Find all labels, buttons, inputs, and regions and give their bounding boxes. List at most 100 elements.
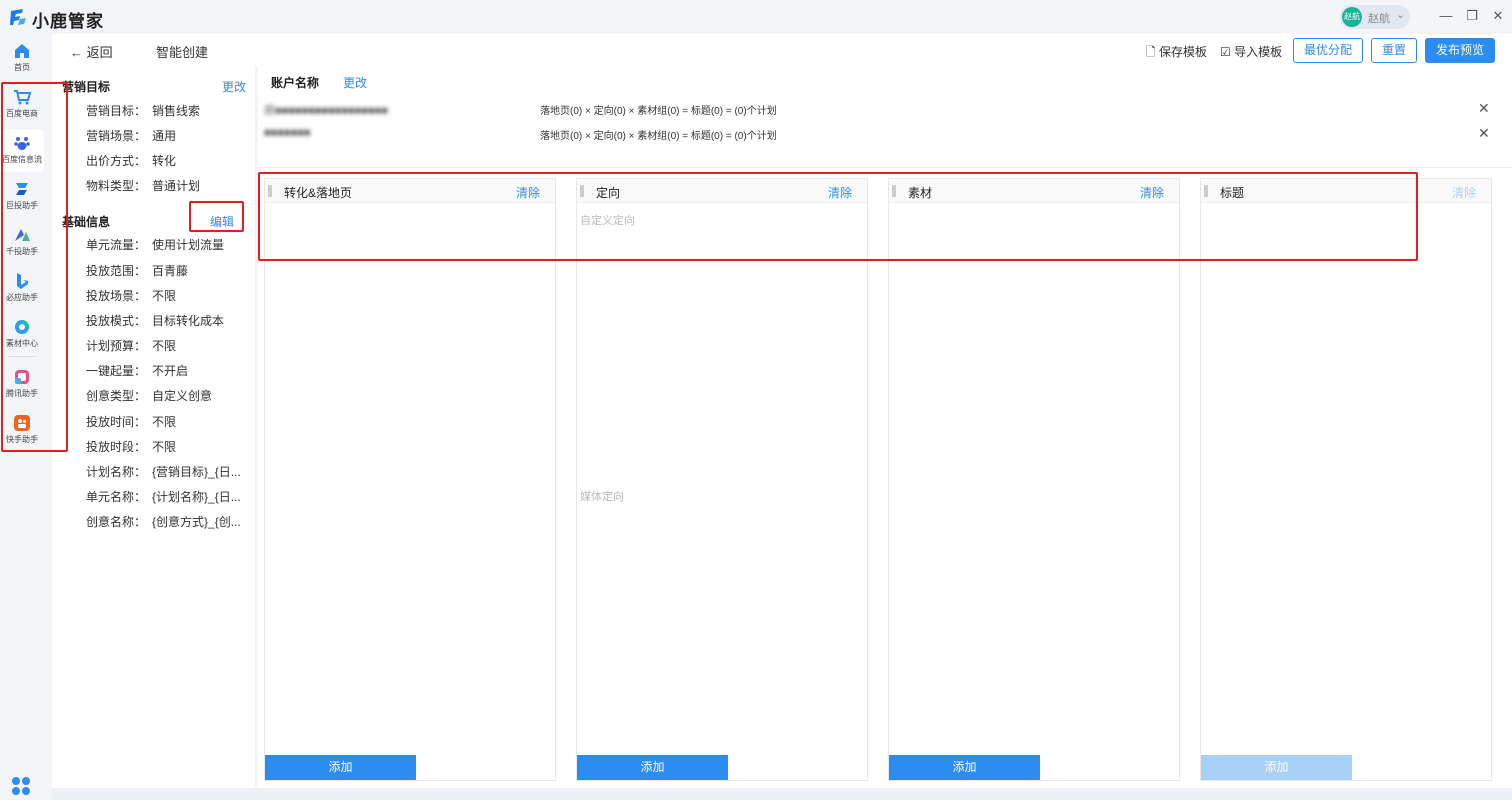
marketing-change-link[interactable]: 更改 bbox=[222, 78, 246, 95]
close-icon[interactable]: ✕ bbox=[1478, 100, 1490, 117]
basic-row: 投放时段： 不限 bbox=[86, 440, 177, 454]
minimize-icon[interactable]: — bbox=[1436, 6, 1456, 26]
user-name: 赵航 bbox=[1368, 13, 1390, 25]
settings-panel: 营销目标 更改 营销目标： 销售线索 营销场景： 通用 出价方式： 转化 物料类型：普… bbox=[52, 66, 255, 788]
clear-button[interactable]: 清除 bbox=[828, 184, 852, 201]
clear-button[interactable]: 清除 bbox=[1452, 184, 1476, 201]
column-material: 素材 清除 添加 bbox=[888, 178, 1180, 781]
optimal-allocation-button[interactable]: 最优分配 bbox=[1293, 38, 1363, 63]
account-name: ■■■■■■■ bbox=[264, 127, 311, 139]
nav-item-home[interactable]: 首页 bbox=[0, 38, 44, 80]
publish-preview-button[interactable]: 发布预览 bbox=[1425, 38, 1495, 63]
account-label: 账户名称 bbox=[271, 76, 320, 90]
import-template-button[interactable]: ☑ 导入模板 bbox=[1220, 43, 1282, 60]
column-header: 标题 清除 bbox=[1201, 179, 1491, 203]
media-targeting-placeholder: 媒体定向 bbox=[580, 491, 624, 503]
marketing-row: 物料类型： 普通计划 bbox=[86, 179, 201, 193]
page-header: ← 返回 智能创建 🗋 保存模板 ☑ 导入模板 最优分配 重置 发布预览 bbox=[52, 34, 1512, 66]
nav-item-ocean[interactable]: 巨投助手 bbox=[0, 176, 44, 218]
home-icon bbox=[15, 44, 29, 58]
account-change-link[interactable]: 更改 bbox=[343, 74, 367, 91]
add-button[interactable]: 添加 bbox=[577, 755, 728, 780]
page-title: 智能创建 bbox=[156, 45, 209, 60]
add-button[interactable]: 添加 bbox=[1201, 755, 1352, 780]
nav-item-kuaishou[interactable]: 快手助手 bbox=[0, 410, 44, 452]
close-window-icon[interactable]: ✕ bbox=[1488, 6, 1508, 26]
tencent-icon bbox=[15, 370, 29, 384]
back-button[interactable]: ← 返回 bbox=[70, 42, 113, 61]
material-icon bbox=[15, 320, 29, 334]
chevron-down-icon: ⌄ bbox=[1396, 9, 1406, 21]
column-targeting: 定向 清除 自定义定向 媒体定向 添加 bbox=[576, 178, 868, 781]
nav-item-baidu-feed[interactable]: 百度信息流 bbox=[0, 130, 44, 172]
bing-icon bbox=[17, 273, 28, 289]
basic-row: 投放时间： 不限 bbox=[86, 415, 177, 429]
main-content: 账户名称 更改 原■■■■■■■■■■■■■■■■■ 落地页(0) × 定向(0… bbox=[258, 66, 1512, 788]
basic-row: 投放场景： 不限 bbox=[86, 289, 177, 303]
column-header: 定向 清除 bbox=[577, 179, 867, 203]
column-title: 转化&落地页 bbox=[284, 186, 353, 200]
nav-item-material-center[interactable]: 素材中心 bbox=[0, 314, 44, 356]
clear-button[interactable]: 清除 bbox=[1140, 184, 1164, 201]
column-title: 素材 bbox=[908, 186, 933, 200]
reset-button[interactable]: 重置 bbox=[1371, 38, 1417, 63]
marketing-row: 营销目标： 销售线索 bbox=[86, 104, 201, 118]
marketing-row: 出价方式： 转化 bbox=[86, 154, 177, 168]
kuaishou-icon bbox=[14, 415, 30, 431]
clear-button[interactable]: 清除 bbox=[516, 184, 540, 201]
plan-formula: 落地页(0) × 定向(0) × 素材组(0) = 标题(0) = (0)个计划 bbox=[540, 131, 777, 142]
plan-formula: 落地页(0) × 定向(0) × 素材组(0) = 标题(0) = (0)个计划 bbox=[540, 106, 777, 117]
marketing-section-title: 营销目标 bbox=[62, 80, 111, 94]
divider bbox=[258, 167, 1512, 168]
save-template-button[interactable]: 🗋 保存模板 bbox=[1146, 43, 1207, 64]
basic-row: 计划名称： {营销目标}_{日... bbox=[86, 465, 241, 479]
drag-handle-icon[interactable] bbox=[892, 185, 896, 197]
column-header: 转化&落地页 清除 bbox=[265, 179, 555, 203]
nav-item-qiantou[interactable]: 千投助手 bbox=[0, 222, 44, 264]
custom-targeting-placeholder: 自定义定向 bbox=[580, 215, 635, 227]
basic-row: 创意类型： 自定义创意 bbox=[86, 389, 213, 403]
drag-handle-icon[interactable] bbox=[1204, 185, 1208, 197]
ocean-icon bbox=[16, 183, 28, 195]
marketing-row: 营销场景： 通用 bbox=[86, 129, 177, 143]
column-title: 定向 bbox=[596, 186, 621, 200]
app-title: 小鹿管家 bbox=[32, 12, 104, 31]
triangle-icon bbox=[15, 229, 30, 241]
save-icon: 🗋 bbox=[1146, 45, 1156, 59]
account-row: ■■■■■■■ 落地页(0) × 定向(0) × 素材组(0) = 标题(0) … bbox=[264, 125, 1508, 145]
account-name: 原■■■■■■■■■■■■■■■■■ bbox=[264, 105, 388, 117]
nav-item-tencent[interactable]: 腾讯助手 bbox=[0, 364, 44, 406]
nav-item-baidu-ecommerce[interactable]: 百度电商 bbox=[0, 84, 44, 126]
basic-row: 一键起量： 不开启 bbox=[86, 364, 189, 378]
column-title-text: 标题 清除 添加 bbox=[1200, 178, 1492, 781]
restore-icon[interactable]: ❐ bbox=[1462, 6, 1482, 26]
user-menu[interactable]: 赵航 赵航 ⌄ bbox=[1340, 5, 1410, 29]
basic-row: 单元名称： {计划名称}_{日... bbox=[86, 490, 241, 504]
basic-row: 投放范围： 百青藤 bbox=[86, 264, 189, 278]
basic-row: 单元流量： 使用计划流量 bbox=[86, 238, 225, 252]
basic-edit-link[interactable]: 编辑 bbox=[210, 213, 234, 230]
column-header: 素材 清除 bbox=[889, 179, 1179, 203]
drag-handle-icon[interactable] bbox=[580, 185, 584, 197]
avatar: 赵航 bbox=[1342, 7, 1362, 27]
add-button[interactable]: 添加 bbox=[265, 755, 416, 780]
title-bar: 小鹿管家 赵航 赵航 ⌄ — ❐ ✕ bbox=[0, 0, 1512, 34]
basic-row: 计划预算： 不限 bbox=[86, 339, 177, 353]
edit-square-icon: ☑ bbox=[1220, 45, 1231, 59]
column-title: 标题 bbox=[1220, 186, 1245, 200]
close-icon[interactable]: ✕ bbox=[1478, 125, 1490, 142]
left-nav: 首页 百度电商 百度信息流 巨投助手 千投助手 必应助手 素材中心 腾讯助手 快… bbox=[0, 34, 48, 800]
basic-section-title: 基础信息 bbox=[62, 215, 111, 229]
drag-handle-icon[interactable] bbox=[268, 185, 272, 197]
paw-icon bbox=[14, 137, 30, 150]
column-conversion-landing: 转化&落地页 清除 添加 bbox=[264, 178, 556, 781]
cart-icon bbox=[14, 90, 31, 105]
basic-row: 投放模式： 目标转化成本 bbox=[86, 314, 225, 328]
account-row: 原■■■■■■■■■■■■■■■■■ 落地页(0) × 定向(0) × 素材组(… bbox=[264, 100, 1508, 120]
nav-divider bbox=[8, 356, 36, 357]
nav-item-bing[interactable]: 必应助手 bbox=[0, 268, 44, 310]
basic-row: 创意名称： {创意方式}_{创... bbox=[86, 515, 241, 529]
add-button[interactable]: 添加 bbox=[889, 755, 1040, 780]
status-strip bbox=[52, 788, 1512, 800]
app-grid-icon[interactable] bbox=[11, 776, 31, 796]
